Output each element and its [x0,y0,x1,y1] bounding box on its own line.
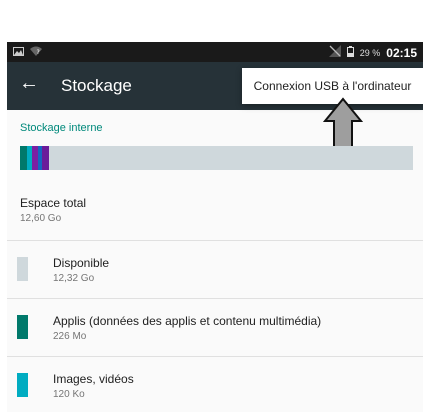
color-swatch [17,373,28,397]
status-left: ? [13,46,42,59]
storage-bar-segment [20,146,28,170]
item-label: Applis (données des applis et contenu mu… [53,314,322,328]
item-label: Images, vidéos [53,372,134,386]
page-title: Stockage [61,76,132,95]
phone-screen: ? 29 % 02:15 ← Stockage Connexion USB à … [7,42,423,412]
no-signal-icon [328,45,341,60]
total-space-value: 12,60 Go [20,213,62,224]
storage-bar-segment [42,146,50,170]
color-swatch [17,315,28,339]
total-space-label: Espace total [20,196,87,210]
storage-usage-bar [20,146,413,170]
gallery-icon [13,46,24,59]
battery-percent: 29 % [359,47,381,58]
total-space-row: Espace total 12,60 Go [7,182,423,241]
svg-text:?: ? [37,49,40,56]
list-item-images-videos[interactable]: Images, vidéos 120 Ko [7,356,423,412]
battery-icon [346,45,354,60]
list-item-available[interactable]: Disponible 12,32 Go [7,240,423,299]
status-right: 29 % 02:15 [328,45,417,60]
arrow-left-icon[interactable]: ← [19,72,39,95]
clock: 02:15 [386,45,417,60]
item-value: 12,32 Go [53,273,95,284]
wifi-question-icon: ? [30,46,42,59]
list-item-apps[interactable]: Applis (données des applis et contenu mu… [7,298,423,357]
item-value: 226 Mo [53,331,87,342]
color-swatch [17,257,28,281]
menu-item-usb-connection[interactable]: Connexion USB à l'ordinateur [254,79,412,93]
item-value: 120 Ko [53,389,85,400]
status-bar: ? 29 % 02:15 [7,42,423,62]
section-internal-storage: Stockage interne [20,122,103,134]
item-label: Disponible [53,256,110,270]
